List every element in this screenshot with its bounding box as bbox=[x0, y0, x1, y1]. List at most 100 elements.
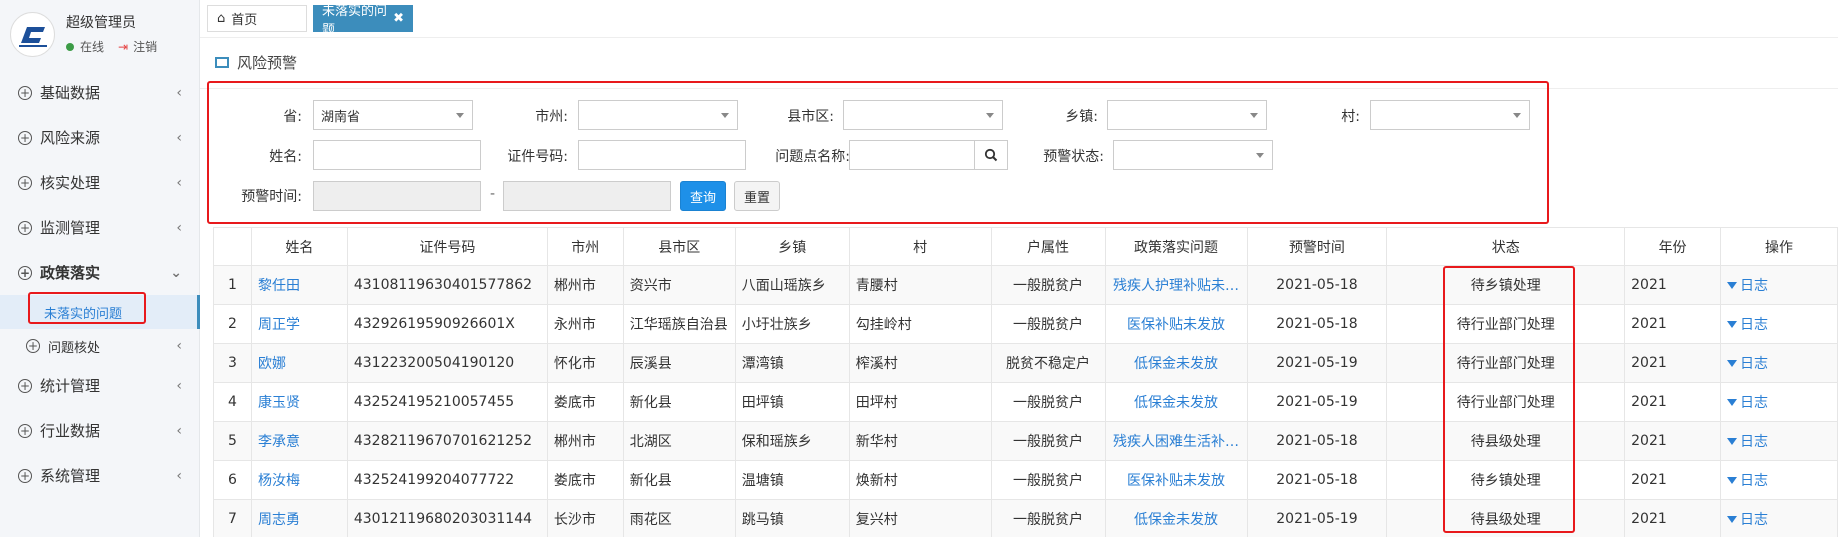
header-year[interactable]: 年份 bbox=[1624, 227, 1722, 266]
year-cell: 2021 bbox=[1624, 382, 1722, 422]
header-id[interactable]: 证件号码 bbox=[346, 227, 548, 266]
log-link[interactable]: 日志 bbox=[1720, 460, 1838, 500]
town-cell: 田坪镇 bbox=[734, 382, 850, 422]
list-icon bbox=[215, 57, 229, 68]
plus-circle-icon: + bbox=[18, 378, 32, 393]
warn-time-end-input[interactable] bbox=[503, 181, 671, 211]
time-cell: 2021-05-19 bbox=[1246, 343, 1388, 383]
row-index: 6 bbox=[213, 460, 252, 500]
header-attr[interactable]: 户属性 bbox=[990, 227, 1106, 266]
header-town[interactable]: 乡镇 bbox=[734, 227, 850, 266]
city-cell: 娄底市 bbox=[546, 382, 624, 422]
header-county[interactable]: 县市区 bbox=[622, 227, 736, 266]
person-name-link[interactable]: 康玉贤 bbox=[250, 382, 348, 422]
city-cell: 长沙市 bbox=[546, 499, 624, 537]
close-icon[interactable]: ✖ bbox=[393, 11, 404, 26]
online-label: 在线 bbox=[80, 40, 105, 54]
issue-link[interactable]: 残疾人困难生活补… bbox=[1104, 421, 1248, 461]
status-cell: 待县级处理 bbox=[1386, 421, 1626, 461]
log-link[interactable]: 日志 bbox=[1720, 382, 1838, 422]
sidebar-subitem-issue-check[interactable]: + 问题核处 ‹ bbox=[0, 329, 200, 363]
log-link[interactable]: 日志 bbox=[1720, 499, 1838, 537]
logout-link[interactable]: 注销 bbox=[133, 38, 157, 55]
issue-input[interactable] bbox=[849, 140, 975, 170]
issue-link[interactable]: 残疾人护理补贴未… bbox=[1104, 265, 1248, 305]
log-link[interactable]: 日志 bbox=[1720, 343, 1838, 383]
town-label: 乡镇: bbox=[1065, 109, 1098, 125]
id-cell: 43282119670701621252 bbox=[346, 421, 548, 461]
sidebar-subitem-unimplemented[interactable]: 未落实的问题 bbox=[0, 295, 200, 329]
warn-status-label: 预警状态: bbox=[1043, 149, 1104, 165]
chevron-left-icon: ‹ bbox=[176, 174, 182, 191]
town-cell: 跳马镇 bbox=[734, 499, 850, 537]
issue-link[interactable]: 低保金未发放 bbox=[1104, 499, 1248, 537]
log-link[interactable]: 日志 bbox=[1720, 265, 1838, 305]
province-select[interactable]: 湖南省 bbox=[313, 100, 473, 130]
county-cell: 北湖区 bbox=[622, 421, 736, 461]
province-label: 省: bbox=[283, 109, 302, 125]
sidebar-item-verify[interactable]: + 核实处理 ‹ bbox=[0, 160, 200, 205]
header-time[interactable]: 预警时间 bbox=[1246, 227, 1388, 266]
sidebar-item-label: 监测管理 bbox=[40, 219, 101, 237]
sidebar-item-industry[interactable]: + 行业数据 ‹ bbox=[0, 408, 200, 453]
sidebar-subitem-label: 未落实的问题 bbox=[44, 306, 123, 322]
issue-link[interactable]: 医保补贴未发放 bbox=[1104, 460, 1248, 500]
tab-home[interactable]: ⌂ 首页 bbox=[207, 5, 307, 32]
year-cell: 2021 bbox=[1624, 265, 1722, 305]
sidebar-item-stats[interactable]: + 统计管理 ‹ bbox=[0, 363, 200, 408]
avatar bbox=[10, 12, 55, 57]
log-link[interactable]: 日志 bbox=[1720, 421, 1838, 461]
city-cell: 郴州市 bbox=[546, 421, 624, 461]
village-label: 村: bbox=[1341, 109, 1360, 125]
tab-bar: ⌂ 首页 未落实的问题 ✖ bbox=[200, 0, 1838, 38]
town-select[interactable] bbox=[1107, 100, 1267, 130]
date-range-dash: - bbox=[490, 186, 496, 202]
time-cell: 2021-05-19 bbox=[1246, 499, 1388, 537]
sidebar-item-basic-data[interactable]: + 基础数据 ‹ bbox=[0, 70, 200, 115]
name-input[interactable] bbox=[313, 140, 481, 170]
warn-time-start-input[interactable] bbox=[313, 181, 481, 211]
status-cell: 待行业部门处理 bbox=[1386, 382, 1626, 422]
filter-icon bbox=[1727, 359, 1738, 367]
person-name-link[interactable]: 周正学 bbox=[250, 304, 348, 344]
table-row: 6 杨汝梅 432524199204077722 娄底市 新化县 温塘镇 焕新村… bbox=[213, 460, 1838, 500]
chevron-left-icon: ‹ bbox=[176, 422, 182, 439]
header-status[interactable]: 状态 bbox=[1386, 227, 1626, 266]
sidebar-item-policy[interactable]: + 政策落实 ⌄ bbox=[0, 250, 200, 295]
village-cell: 勾挂岭村 bbox=[848, 304, 992, 344]
person-name-link[interactable]: 李承意 bbox=[250, 421, 348, 461]
county-select[interactable] bbox=[843, 100, 1003, 130]
year-cell: 2021 bbox=[1624, 343, 1722, 383]
person-name-link[interactable]: 黎任田 bbox=[250, 265, 348, 305]
sidebar-item-system[interactable]: + 系统管理 ‹ bbox=[0, 453, 200, 498]
id-input[interactable] bbox=[578, 140, 746, 170]
issue-search-button[interactable] bbox=[974, 140, 1008, 170]
header-name[interactable]: 姓名 bbox=[250, 227, 348, 266]
person-name-link[interactable]: 欧娜 bbox=[250, 343, 348, 383]
issue-link[interactable]: 低保金未发放 bbox=[1104, 343, 1248, 383]
sidebar-nav: + 基础数据 ‹ + 风险来源 ‹ + 核实处理 ‹ + 监测管理 ‹ + 政策… bbox=[0, 70, 200, 498]
city-select[interactable] bbox=[578, 100, 738, 130]
logout-icon[interactable]: ⇥ bbox=[118, 40, 128, 54]
header-issue[interactable]: 政策落实问题 bbox=[1104, 227, 1248, 266]
issue-link[interactable]: 医保补贴未发放 bbox=[1104, 304, 1248, 344]
log-link[interactable]: 日志 bbox=[1720, 304, 1838, 344]
attr-cell: 一般脱贫户 bbox=[990, 421, 1106, 461]
sidebar-item-label: 政策落实 bbox=[40, 264, 101, 282]
person-name-link[interactable]: 杨汝梅 bbox=[250, 460, 348, 500]
header-city[interactable]: 市州 bbox=[546, 227, 624, 266]
issue-link[interactable]: 低保金未发放 bbox=[1104, 382, 1248, 422]
header-village[interactable]: 村 bbox=[848, 227, 992, 266]
village-select[interactable] bbox=[1370, 100, 1530, 130]
query-button[interactable]: 查询 bbox=[680, 181, 726, 211]
tab-unimplemented[interactable]: 未落实的问题 ✖ bbox=[313, 4, 413, 38]
reset-button[interactable]: 重置 bbox=[734, 181, 780, 211]
user-panel: 超级管理员 在线 ⇥ 注销 bbox=[0, 0, 199, 70]
warn-status-select[interactable] bbox=[1113, 140, 1273, 170]
year-cell: 2021 bbox=[1624, 499, 1722, 537]
table-header-row: 姓名 证件号码 市州 县市区 乡镇 村 户属性 政策落实问题 预警时间 状态 年… bbox=[213, 227, 1838, 266]
person-name-link[interactable]: 周志勇 bbox=[250, 499, 348, 537]
sidebar-item-risk-source[interactable]: + 风险来源 ‹ bbox=[0, 115, 200, 160]
sidebar-item-monitor[interactable]: + 监测管理 ‹ bbox=[0, 205, 200, 250]
status-cell: 待行业部门处理 bbox=[1386, 343, 1626, 383]
